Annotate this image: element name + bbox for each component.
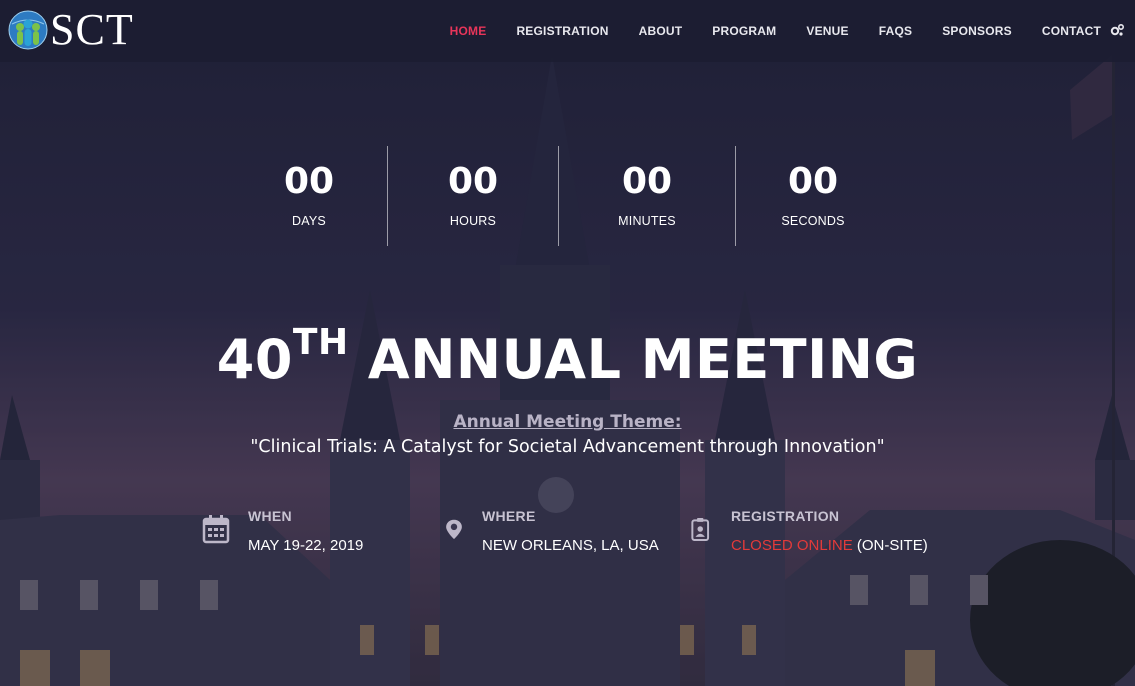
nav-faqs[interactable]: FAQS bbox=[879, 24, 912, 38]
days-value: 00 bbox=[283, 161, 335, 202]
minutes-value: 00 bbox=[621, 161, 673, 202]
logo-text: SCT bbox=[50, 5, 134, 54]
id-badge-icon bbox=[691, 518, 710, 541]
countdown-hours: 00 HOURS bbox=[388, 146, 558, 246]
calendar-icon bbox=[202, 515, 230, 544]
theme-text: "Clinical Trials: A Catalyst for Societa… bbox=[250, 437, 885, 457]
nav-program[interactable]: PROGRAM bbox=[712, 24, 776, 38]
globe-people-icon bbox=[8, 10, 48, 50]
registration-note: (ON-SITE) bbox=[856, 537, 928, 554]
registration-title: REGISTRATION bbox=[731, 508, 840, 524]
info-where: WHERE NEW ORLEANS, LA, USA bbox=[444, 508, 664, 568]
title-ordinal-suffix: TH bbox=[292, 322, 349, 363]
countdown-timer: 00 DAYS 00 HOURS 00 MINUTES 00 SECONDS bbox=[230, 146, 890, 246]
seconds-value: 00 bbox=[787, 161, 839, 202]
nav-about[interactable]: ABOUT bbox=[639, 24, 683, 38]
where-value: NEW ORLEANS, LA, USA bbox=[482, 537, 659, 554]
nav-registration[interactable]: REGISTRATION bbox=[516, 24, 608, 38]
nav-sponsors[interactable]: SPONSORS bbox=[942, 24, 1012, 38]
countdown-seconds: 00 SECONDS bbox=[736, 146, 890, 246]
title-number: 40 bbox=[216, 328, 293, 391]
theme-label[interactable]: Annual Meeting Theme: bbox=[0, 412, 1135, 432]
title-text: ANNUAL MEETING bbox=[367, 328, 919, 391]
hours-value: 00 bbox=[447, 161, 499, 202]
days-label: DAYS bbox=[292, 214, 326, 228]
map-pin-icon bbox=[446, 519, 462, 539]
hours-label: HOURS bbox=[449, 214, 497, 228]
when-value: MAY 19-22, 2019 bbox=[248, 537, 364, 554]
info-when: WHEN MAY 19-22, 2019 bbox=[202, 508, 402, 568]
when-title: WHEN bbox=[248, 508, 292, 524]
info-registration: REGISTRATION CLOSED ONLINE (ON-SITE) bbox=[690, 508, 930, 568]
minutes-label: MINUTES bbox=[618, 214, 676, 228]
countdown-days: 00 DAYS bbox=[230, 146, 388, 246]
registration-value: CLOSED ONLINE (ON-SITE) bbox=[731, 537, 928, 554]
nav-venue[interactable]: VENUE bbox=[806, 24, 848, 38]
nav-contact[interactable]: CONTACT bbox=[1042, 24, 1101, 38]
seconds-label: SECONDS bbox=[781, 214, 845, 228]
countdown-minutes: 00 MINUTES bbox=[559, 146, 735, 246]
page-title: 40TH ANNUAL MEETING bbox=[0, 322, 1135, 398]
main-nav: HOME REGISTRATION ABOUT PROGRAM VENUE FA… bbox=[420, 0, 1101, 62]
cogs-icon[interactable] bbox=[1109, 22, 1125, 38]
registration-status[interactable]: CLOSED ONLINE bbox=[731, 537, 853, 554]
site-logo[interactable]: SCT bbox=[8, 8, 134, 52]
top-navbar: SCT HOME REGISTRATION ABOUT PROGRAM VENU… bbox=[0, 0, 1135, 62]
where-title: WHERE bbox=[482, 508, 536, 524]
nav-home[interactable]: HOME bbox=[450, 24, 487, 38]
